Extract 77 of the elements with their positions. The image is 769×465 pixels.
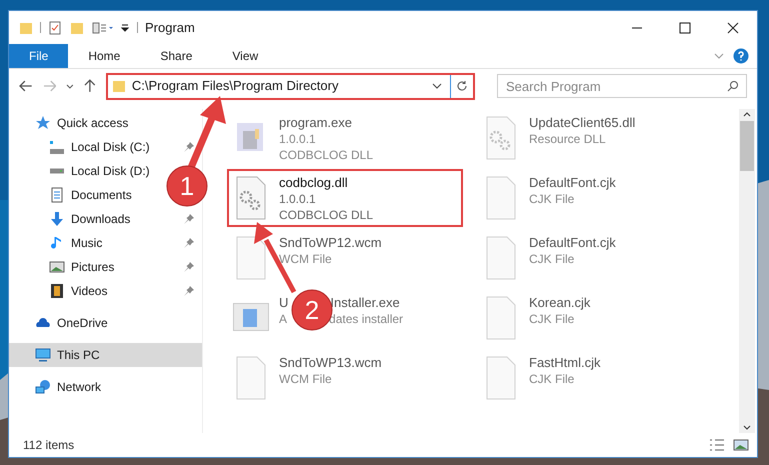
download-icon bbox=[49, 211, 65, 227]
help-icon[interactable] bbox=[733, 48, 749, 64]
nav-item[interactable]: Music bbox=[9, 231, 202, 255]
search-field[interactable]: Search Program bbox=[497, 74, 748, 98]
close-icon[interactable] bbox=[727, 22, 739, 34]
picture-icon bbox=[49, 259, 65, 275]
thumbnail-view-icon[interactable] bbox=[733, 438, 749, 452]
dropdown-icon[interactable] bbox=[120, 22, 130, 32]
file-name: DefaultFont.cjk bbox=[529, 175, 616, 191]
ribbon-tab[interactable]: File bbox=[9, 44, 68, 68]
refresh-icon[interactable] bbox=[456, 80, 468, 92]
file-detail: WCM File bbox=[279, 251, 332, 267]
folder-icon bbox=[112, 79, 126, 93]
file-name: U bbox=[279, 295, 288, 311]
file-tile[interactable]: codbclog.dll 1.0.0.1 CODBCLOG DLL bbox=[227, 169, 463, 227]
file-name: Installer.exe bbox=[330, 295, 400, 311]
file-name: program.exe bbox=[279, 115, 352, 131]
network-icon bbox=[35, 379, 51, 395]
scrollbar[interactable] bbox=[739, 109, 755, 433]
document-icon bbox=[49, 187, 65, 203]
nav-item[interactable]: Network bbox=[9, 375, 110, 399]
file-detail: CJK File bbox=[529, 371, 574, 387]
chevron-down-icon[interactable] bbox=[66, 82, 74, 90]
maximize-icon[interactable] bbox=[679, 22, 691, 34]
file-name: codbclog.dll bbox=[279, 175, 348, 191]
film-icon bbox=[49, 283, 65, 299]
callout-badge: 1 bbox=[166, 166, 208, 206]
window-title: Program bbox=[145, 18, 195, 37]
up-arrow-icon[interactable] bbox=[84, 79, 96, 93]
installer-icon bbox=[233, 303, 269, 331]
star-icon bbox=[35, 115, 51, 131]
nav-item[interactable]: Pictures bbox=[9, 255, 202, 279]
ribbon-tab[interactable]: View bbox=[212, 44, 278, 68]
nav-item[interactable]: Downloads bbox=[9, 207, 202, 231]
chevron-down-icon[interactable] bbox=[432, 81, 442, 91]
file-name: DefaultFont.cjk bbox=[529, 235, 616, 251]
nav-item[interactable]: Quick access bbox=[9, 111, 136, 135]
nav-item[interactable]: This PC bbox=[9, 343, 202, 367]
file-detail: CJK File bbox=[529, 251, 574, 267]
ribbon-tab[interactable]: Share bbox=[140, 44, 212, 68]
nav-item[interactable]: OneDrive bbox=[9, 311, 116, 335]
nav-item[interactable]: Documents bbox=[9, 183, 151, 207]
search-icon bbox=[727, 80, 740, 92]
pin-icon bbox=[183, 286, 194, 296]
file-name: FastHtml.cjk bbox=[529, 355, 600, 371]
scroll-thumb[interactable] bbox=[740, 121, 754, 171]
properties-icon[interactable] bbox=[92, 20, 114, 34]
pin-icon bbox=[183, 238, 194, 248]
pin-icon bbox=[183, 214, 194, 224]
file-name: SndToWP13.wcm bbox=[279, 355, 382, 371]
file-detail: CODBCLOG DLL bbox=[279, 147, 374, 163]
pin-icon bbox=[183, 142, 194, 152]
ribbon-tab[interactable]: Home bbox=[68, 44, 140, 68]
details-view-icon[interactable] bbox=[709, 438, 725, 452]
nav-item[interactable]: Videos bbox=[9, 279, 202, 303]
file-name: SndToWP12.wcm bbox=[279, 235, 382, 251]
nav-item[interactable]: Local Disk (C:) bbox=[9, 135, 202, 159]
file-detail: A bbox=[279, 311, 288, 327]
item-count: 112 items bbox=[23, 437, 74, 454]
file-detail: dates installer bbox=[329, 311, 404, 327]
file-detail: CJK File bbox=[529, 311, 574, 327]
file-detail: CODBCLOG DLL bbox=[279, 207, 374, 223]
nav-item[interactable]: Local Disk (D:) bbox=[9, 159, 169, 183]
file-detail: CJK File bbox=[529, 191, 574, 207]
file-detail: 1.0.0.1 bbox=[279, 131, 316, 147]
drive-icon bbox=[49, 168, 65, 174]
file-name: Korean.cjk bbox=[529, 295, 590, 311]
file-name: UpdateClient65.dll bbox=[529, 115, 636, 131]
file-detail: 1.0.0.1 bbox=[279, 191, 316, 207]
file-detail: WCM File bbox=[279, 371, 332, 387]
checklist-icon[interactable] bbox=[48, 20, 62, 34]
pin-icon bbox=[183, 262, 194, 272]
file-detail: Resource DLL bbox=[529, 131, 606, 147]
address-bar[interactable]: C:\Program Files\Program Directory bbox=[106, 72, 476, 100]
computer-icon bbox=[35, 347, 51, 363]
back-arrow-icon[interactable] bbox=[19, 80, 33, 92]
drive-icon bbox=[49, 140, 65, 154]
